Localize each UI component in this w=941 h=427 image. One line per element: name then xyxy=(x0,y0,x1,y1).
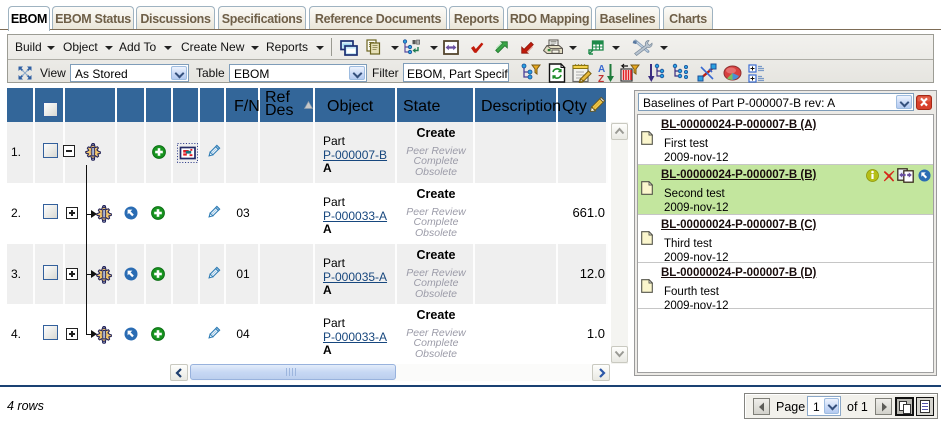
svg-text:Z: Z xyxy=(598,74,604,83)
